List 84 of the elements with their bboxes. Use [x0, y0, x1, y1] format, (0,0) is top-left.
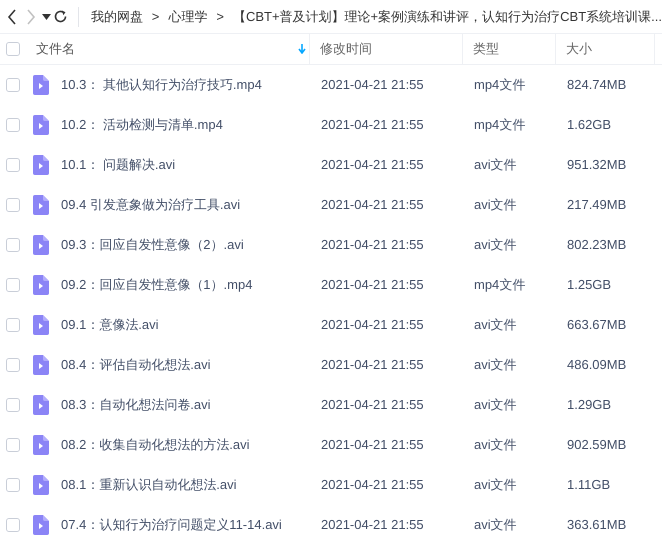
modified-time: 2021-04-21 21:55: [320, 436, 425, 454]
file-name[interactable]: 07.4：认知行为治疗问题定义11-14.avi: [61, 515, 282, 535]
file-type: avi文件: [473, 236, 518, 254]
video-file-icon: [33, 395, 49, 415]
file-size: 1.29GB: [566, 396, 612, 414]
breadcrumb-separator: >: [216, 8, 224, 26]
caret-icon: [42, 14, 52, 20]
video-file-icon: [33, 515, 49, 535]
video-file-icon: [33, 355, 49, 375]
file-size: 217.49MB: [566, 196, 628, 214]
row-checkbox[interactable]: [6, 118, 20, 132]
column-header[interactable]: 文件名: [36, 39, 75, 59]
file-type: mp4文件: [473, 276, 526, 294]
video-file-icon: [33, 115, 49, 135]
file-name[interactable]: 09.2：回应自发性意像（1）.mp4: [61, 275, 252, 295]
row-checkbox[interactable]: [6, 358, 20, 372]
file-name[interactable]: 09.4 引发意象做为治疗工具.avi: [61, 195, 240, 215]
file-name[interactable]: 08.4：评估自动化想法.avi: [61, 355, 211, 375]
video-file-icon: [33, 75, 49, 95]
file-size: 486.09MB: [566, 356, 628, 374]
file-size: 802.23MB: [566, 236, 628, 254]
video-file-icon: [33, 275, 49, 295]
row-checkbox[interactable]: [6, 158, 20, 172]
file-type: avi文件: [473, 156, 518, 174]
row-checkbox[interactable]: [6, 238, 20, 252]
modified-time: 2021-04-21 21:55: [320, 76, 425, 94]
file-size: 663.67MB: [566, 316, 628, 334]
video-file-icon: [33, 235, 49, 255]
modified-time: 2021-04-21 21:55: [320, 116, 425, 134]
video-file-icon: [33, 315, 49, 335]
file-size: 1.11GB: [566, 476, 612, 494]
modified-time: 2021-04-21 21:55: [320, 196, 425, 214]
breadcrumb-link[interactable]: 【CBT+普及计划】理论+案例演练和讲评，认知行为治疗CBT系统培训课...: [232, 6, 662, 26]
modified-time: 2021-04-21 21:55: [320, 356, 425, 374]
column-header[interactable]: 大小: [566, 39, 592, 59]
video-file-icon: [33, 155, 49, 175]
file-type: avi文件: [473, 516, 518, 534]
file-type: avi文件: [473, 436, 518, 454]
file-size: 902.59MB: [566, 436, 628, 454]
file-type: avi文件: [473, 356, 518, 374]
row-checkbox[interactable]: [6, 198, 20, 212]
breadcrumb-link[interactable]: 心理学: [168, 6, 208, 26]
row-checkbox[interactable]: [6, 78, 20, 92]
file-type: mp4文件: [473, 76, 526, 94]
file-size: 824.74MB: [566, 76, 628, 94]
column-header[interactable]: 类型: [473, 39, 499, 59]
row-checkbox[interactable]: [6, 478, 20, 492]
file-name[interactable]: 08.2：收集自动化想法的方法.avi: [61, 435, 250, 455]
file-size: 363.61MB: [566, 516, 628, 534]
modified-time: 2021-04-21 21:55: [320, 516, 425, 534]
back-button[interactable]: [6, 6, 18, 26]
file-name[interactable]: 09.1：意像法.avi: [61, 315, 159, 335]
modified-time: 2021-04-21 21:55: [320, 316, 425, 334]
file-type: avi文件: [473, 316, 518, 334]
file-type: avi文件: [473, 476, 518, 494]
select-all-checkbox[interactable]: [6, 42, 20, 56]
file-type: avi文件: [473, 196, 518, 214]
modified-time: 2021-04-21 21:55: [320, 396, 425, 414]
file-size: 1.62GB: [566, 116, 612, 134]
file-size: 1.25GB: [566, 276, 612, 294]
file-size: 951.32MB: [566, 156, 628, 174]
video-file-icon: [33, 435, 49, 455]
modified-time: 2021-04-21 21:55: [320, 236, 425, 254]
modified-time: 2021-04-21 21:55: [320, 276, 425, 294]
column-header[interactable]: 修改时间: [320, 39, 372, 59]
video-file-icon: [33, 195, 49, 215]
row-checkbox[interactable]: [6, 318, 20, 332]
file-name[interactable]: 10.1： 问题解决.avi: [61, 155, 176, 175]
row-checkbox[interactable]: [6, 438, 20, 452]
row-checkbox[interactable]: [6, 398, 20, 412]
file-name[interactable]: 08.3：自动化想法问卷.avi: [61, 395, 211, 415]
breadcrumb-separator: >: [152, 8, 160, 26]
file-name[interactable]: 09.3：回应自发性意像（2）.avi: [61, 235, 244, 255]
row-checkbox[interactable]: [6, 518, 20, 532]
file-name[interactable]: 08.1：重新认识自动化想法.avi: [61, 475, 237, 495]
file-name[interactable]: 10.2： 活动检测与清单.mp4: [61, 115, 223, 135]
video-file-icon: [33, 475, 49, 495]
row-checkbox[interactable]: [6, 278, 20, 292]
modified-time: 2021-04-21 21:55: [320, 156, 425, 174]
file-name[interactable]: 10.3： 其他认知行为治疗技巧.mp4: [61, 75, 262, 95]
file-type: mp4文件: [473, 116, 526, 134]
modified-time: 2021-04-21 21:55: [320, 476, 425, 494]
breadcrumb-link[interactable]: 我的网盘: [90, 6, 143, 26]
file-type: avi文件: [473, 396, 518, 414]
